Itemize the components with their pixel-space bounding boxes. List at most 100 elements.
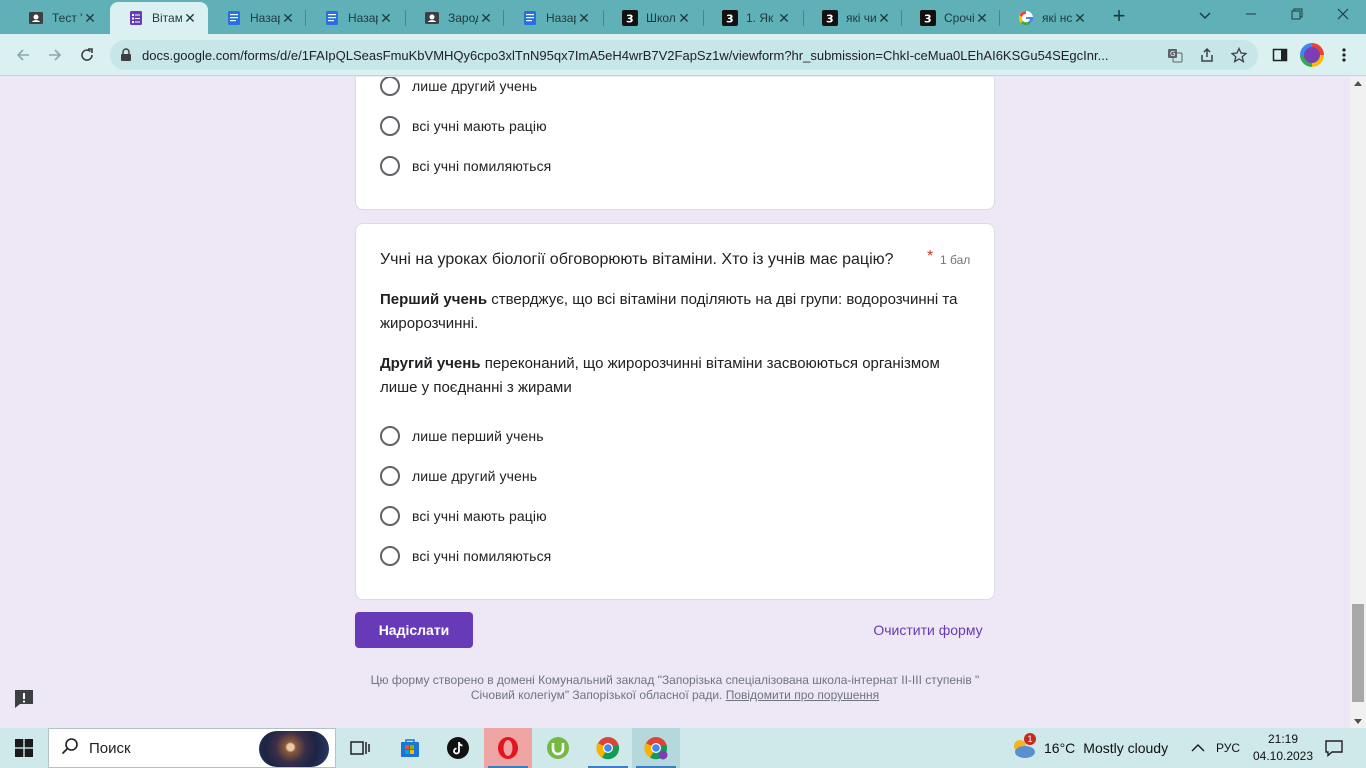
close-tab-icon[interactable]: ✕ xyxy=(378,10,394,27)
windows-start-icon[interactable] xyxy=(0,728,48,768)
minimize-button[interactable] xyxy=(1228,0,1274,30)
search-placeholder[interactable]: Поиск xyxy=(89,740,131,757)
browser-tab[interactable]: Назар✕ xyxy=(504,4,602,32)
clear-form-button[interactable]: Очистити форму xyxy=(860,612,996,648)
task-view-icon[interactable] xyxy=(336,728,384,768)
radio-option[interactable]: всі учні мають рацію xyxy=(380,114,547,138)
question-title: Учні на уроках біології обговорюють віта… xyxy=(380,251,894,268)
chrome-profile-icon[interactable] xyxy=(632,728,680,768)
tab-label: Срочі xyxy=(944,11,974,25)
bookmark-star-icon[interactable] xyxy=(1230,46,1248,64)
radio-button-icon[interactable] xyxy=(380,426,400,446)
utorrent-icon[interactable] xyxy=(534,728,582,768)
znanija-icon: 3 xyxy=(622,10,638,26)
radio-option[interactable]: всі учні помиляються xyxy=(380,154,551,178)
radio-option[interactable]: лише другий учень xyxy=(380,77,537,98)
close-tab-icon[interactable]: ✕ xyxy=(182,10,198,27)
tab-search-icon[interactable] xyxy=(1182,0,1228,30)
previous-question-card: лише другий учень всі учні мають рацію всі… xyxy=(355,77,995,210)
radio-button-icon[interactable] xyxy=(380,506,400,526)
radio-option-label[interactable]: всі учні помиляються xyxy=(412,548,551,564)
radio-option[interactable]: всі учні помиляються xyxy=(380,544,551,568)
reload-button[interactable] xyxy=(74,42,100,68)
new-tab-button[interactable]: + xyxy=(1108,5,1130,27)
browser-tab[interactable]: Зарод✕ xyxy=(406,4,504,32)
side-panel-icon[interactable] xyxy=(1268,43,1292,67)
notification-center-icon[interactable] xyxy=(1322,728,1346,768)
search-highlight-image[interactable] xyxy=(259,731,329,767)
browser-tab[interactable]: 3 Срочі ✕ xyxy=(902,4,1000,32)
chrome-icon[interactable] xyxy=(584,728,632,768)
lock-icon[interactable] xyxy=(120,48,132,67)
radio-button-icon[interactable] xyxy=(380,116,400,136)
radio-button-icon[interactable] xyxy=(380,546,400,566)
tiktok-icon[interactable] xyxy=(434,728,482,768)
radio-option-label[interactable]: всі учні помиляються xyxy=(412,158,551,174)
browser-tab[interactable]: 3 1. Як ✕ xyxy=(704,4,802,32)
scroll-down-icon[interactable] xyxy=(1354,719,1362,724)
restore-button[interactable] xyxy=(1274,0,1320,30)
tab-separator xyxy=(999,10,1000,26)
radio-button-icon[interactable] xyxy=(380,77,400,96)
chrome-menu-icon[interactable] xyxy=(1332,43,1356,67)
browser-tab[interactable]: Тест ' ✕ xyxy=(10,4,108,32)
share-icon[interactable] xyxy=(1198,46,1216,64)
close-tab-icon[interactable]: ✕ xyxy=(576,10,592,27)
scrollbar-thumb[interactable] xyxy=(1352,604,1364,702)
submit-button[interactable]: Надіслати xyxy=(355,612,473,648)
taskbar-search-box[interactable]: Поиск xyxy=(48,728,336,768)
taskbar-clock[interactable]: 21:19 04.10.2023 xyxy=(1252,731,1314,765)
znanija-icon: 3 xyxy=(722,10,738,26)
feedback-icon[interactable] xyxy=(12,687,36,711)
browser-tab[interactable]: 3 Школ ✕ xyxy=(604,4,702,32)
tab-separator xyxy=(405,10,406,26)
radio-option-label[interactable]: лише другий учень xyxy=(412,78,537,94)
show-hidden-icons-chevron-icon[interactable] xyxy=(1188,728,1208,768)
tab-label: Назар xyxy=(250,11,280,25)
weather-widget[interactable]: 1 16°C Mostly cloudy xyxy=(1010,728,1168,768)
google-icon xyxy=(1018,10,1034,26)
radio-option[interactable]: всі учні мають рацію xyxy=(380,504,547,528)
radio-button-icon[interactable] xyxy=(380,156,400,176)
radio-option[interactable]: лише перший учень xyxy=(380,424,544,448)
back-button[interactable] xyxy=(10,42,36,68)
profile-avatar[interactable] xyxy=(1300,43,1324,67)
radio-option-label[interactable]: лише другий учень xyxy=(412,468,537,484)
browser-tab[interactable]: 3 які чи ✕ xyxy=(804,4,902,32)
report-abuse-link[interactable]: Повідомити про порушення xyxy=(726,688,879,702)
address-bar[interactable]: docs.google.com/forms/d/e/1FAIpQLSeasFmu… xyxy=(110,40,1258,70)
store-icon[interactable] xyxy=(386,728,434,768)
radio-option-label[interactable]: всі учні мають рацію xyxy=(412,508,547,524)
tab-separator xyxy=(901,10,902,26)
scroll-up-icon[interactable] xyxy=(1354,81,1362,86)
tab-label: Школ xyxy=(646,11,676,25)
close-tab-icon[interactable]: ✕ xyxy=(478,10,494,27)
radio-option-label[interactable]: лише перший учень xyxy=(412,428,544,444)
required-asterisk: * xyxy=(927,248,934,265)
close-tab-icon[interactable]: ✕ xyxy=(974,10,990,27)
forward-button[interactable] xyxy=(42,42,68,68)
form-page: лише другий учень всі учні мають рацію всі… xyxy=(0,77,1350,728)
radio-option-label[interactable]: всі учні мають рацію xyxy=(412,118,547,134)
browser-tab[interactable]: Назар✕ xyxy=(306,4,404,32)
close-window-button[interactable] xyxy=(1320,0,1366,30)
weather-temp: 16°C xyxy=(1044,740,1076,756)
question-paragraph-2: Другий учень переконаний, що жиророзчинн… xyxy=(380,352,960,400)
radio-button-icon[interactable] xyxy=(380,466,400,486)
url-text[interactable]: docs.google.com/forms/d/e/1FAIpQLSeasFmu… xyxy=(142,48,1152,63)
browser-tab[interactable]: які нс ✕ xyxy=(1000,4,1098,32)
clock-time: 21:19 xyxy=(1267,732,1299,746)
tab-active[interactable]: Вітам ✕ xyxy=(110,2,208,34)
page-scrollbar[interactable] xyxy=(1350,77,1366,728)
close-tab-icon[interactable]: ✕ xyxy=(776,10,792,27)
close-tab-icon[interactable]: ✕ xyxy=(82,10,98,27)
language-indicator[interactable]: РУС xyxy=(1216,728,1240,768)
close-tab-icon[interactable]: ✕ xyxy=(876,10,892,27)
close-tab-icon[interactable]: ✕ xyxy=(280,10,296,27)
radio-option[interactable]: лише другий учень xyxy=(380,464,537,488)
opera-icon[interactable] xyxy=(484,728,532,768)
close-tab-icon[interactable]: ✕ xyxy=(676,10,692,27)
browser-tab[interactable]: Назар✕ xyxy=(208,4,306,32)
translate-icon[interactable]: G xyxy=(1166,46,1184,64)
close-tab-icon[interactable]: ✕ xyxy=(1072,10,1088,27)
